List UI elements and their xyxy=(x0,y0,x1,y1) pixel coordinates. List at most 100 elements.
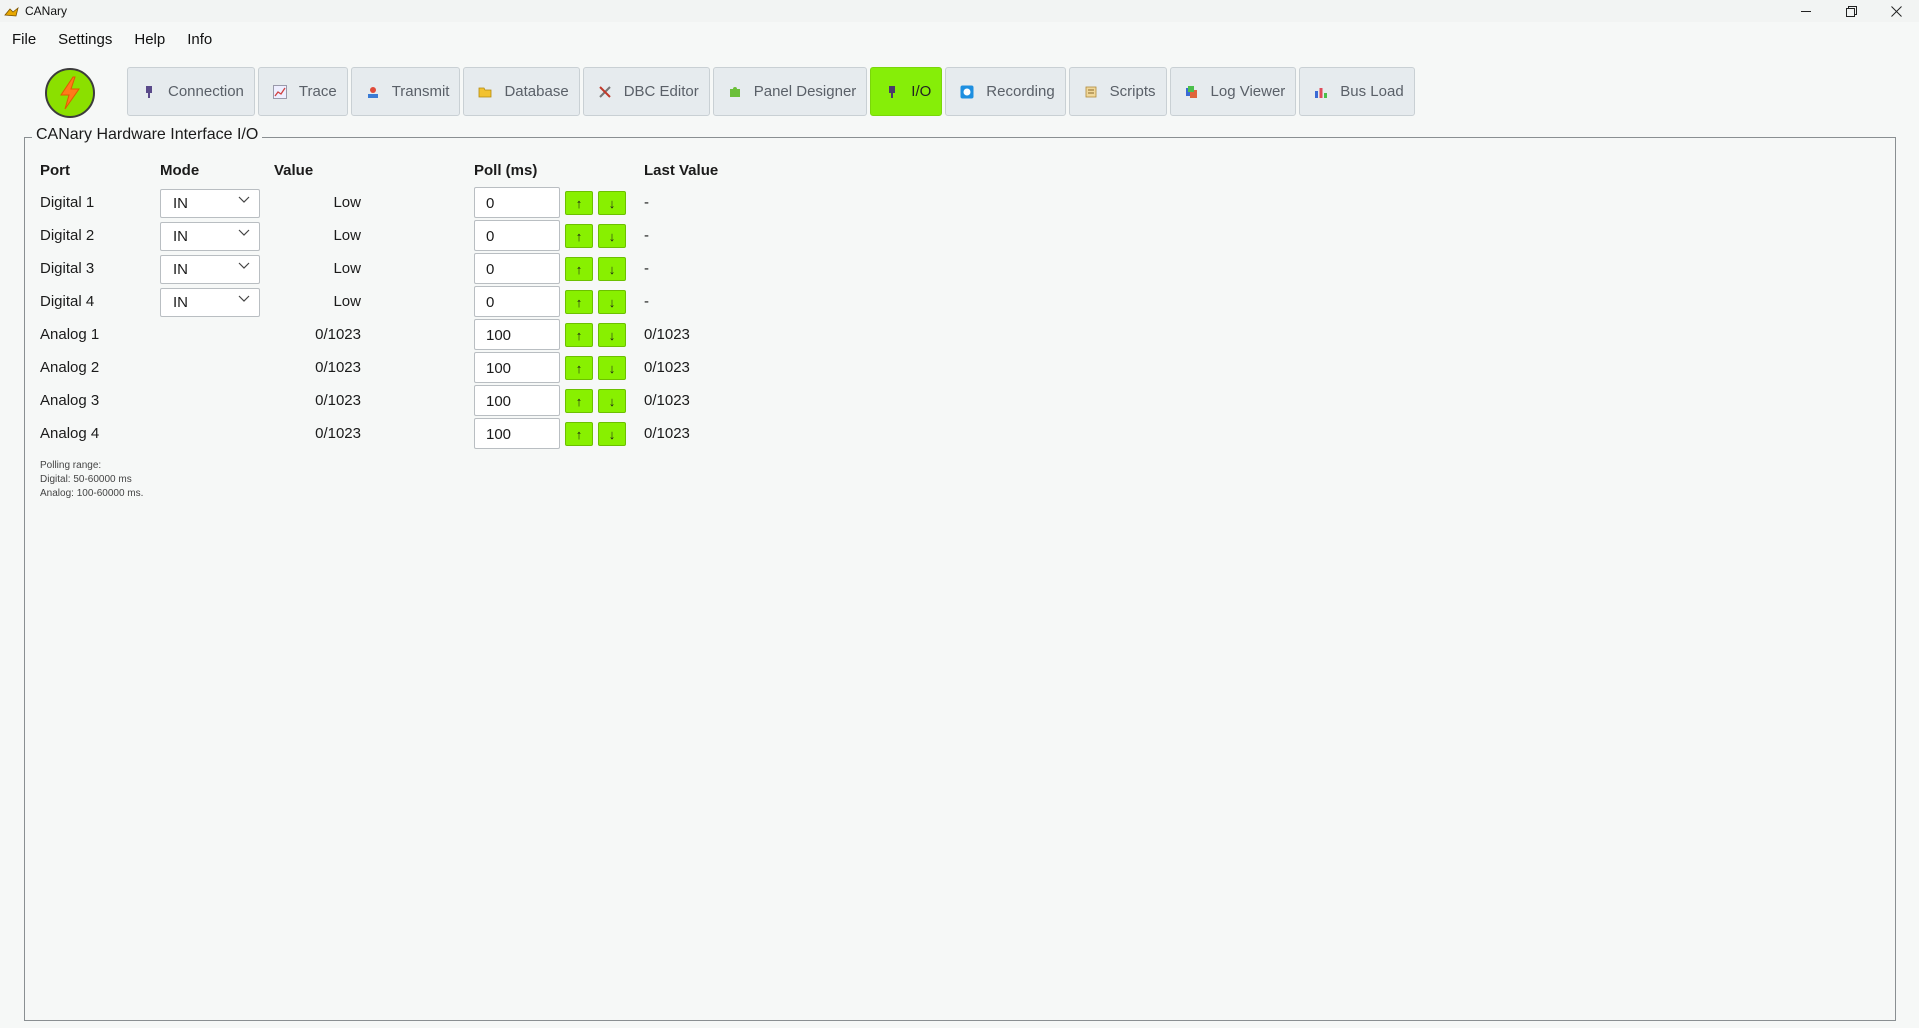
last-value: - xyxy=(644,260,649,277)
scroll-icon xyxy=(1084,85,1098,99)
chart-icon xyxy=(272,84,287,99)
tab-dbc-editor[interactable]: DBC Editor xyxy=(582,67,710,116)
io-row: Analog 1 0/1023 100 ↑ ↓ 0/1023 xyxy=(0,319,800,351)
mode-value: IN xyxy=(173,294,188,311)
tab-panel-designer[interactable]: Panel Designer xyxy=(712,67,868,116)
poll-decrease-button[interactable]: ↓ xyxy=(598,257,626,281)
tab-recording[interactable]: Recording xyxy=(945,67,1066,116)
mode-select[interactable]: IN xyxy=(160,189,260,218)
header-poll: Poll (ms) xyxy=(474,162,538,179)
tab-database[interactable]: Database xyxy=(463,67,580,116)
last-value: 0/1023 xyxy=(644,392,690,409)
mode-select[interactable]: IN xyxy=(160,222,260,251)
close-icon xyxy=(1891,5,1902,17)
tab-trace[interactable]: Trace xyxy=(257,67,348,116)
port-name: Analog 3 xyxy=(40,392,100,409)
poll-increase-button[interactable]: ↑ xyxy=(565,323,593,347)
tab-label: DBC Editor xyxy=(623,83,699,100)
poll-increase-button[interactable]: ↑ xyxy=(565,422,593,446)
io-row: Digital 3 IN Low 0 ↑ ↓ - xyxy=(0,253,800,285)
last-value: 0/1023 xyxy=(644,425,690,442)
tab-label: I/O xyxy=(911,83,932,100)
poll-increase-button[interactable]: ↑ xyxy=(565,257,593,281)
tab-scripts[interactable]: Scripts xyxy=(1068,67,1167,116)
last-value: - xyxy=(644,194,649,211)
poll-input[interactable]: 100 xyxy=(474,385,560,416)
polling-range-note: Polling range: Digital: 50-60000 ms Anal… xyxy=(40,459,143,501)
tab-label: Panel Designer xyxy=(753,83,857,100)
poll-decrease-button[interactable]: ↓ xyxy=(598,356,626,380)
record-icon xyxy=(960,85,974,99)
tab-io[interactable]: I/O xyxy=(870,67,943,116)
poll-decrease-button[interactable]: ↓ xyxy=(598,389,626,413)
menu-settings[interactable]: Settings xyxy=(58,27,112,52)
tab-label: Connection xyxy=(168,83,244,100)
poll-decrease-button[interactable]: ↓ xyxy=(598,191,626,215)
tab-label: Recording xyxy=(986,83,1055,100)
io-row: Digital 2 IN Low 0 ↑ ↓ - xyxy=(0,220,800,252)
minimize-button[interactable] xyxy=(1784,0,1829,22)
logs-icon xyxy=(1185,85,1199,99)
menu-info[interactable]: Info xyxy=(187,27,212,52)
poll-input[interactable]: 100 xyxy=(474,418,560,449)
poll-increase-button[interactable]: ↑ xyxy=(565,191,593,215)
mode-select[interactable]: IN xyxy=(160,255,260,284)
title-bar: CANary xyxy=(0,0,1919,22)
poll-input[interactable]: 100 xyxy=(474,352,560,383)
port-name: Digital 3 xyxy=(40,260,95,277)
canary-app-icon xyxy=(4,5,20,17)
poll-input[interactable]: 0 xyxy=(474,253,560,284)
port-name: Analog 1 xyxy=(40,326,100,343)
last-value: 0/1023 xyxy=(644,359,690,376)
canary-logo xyxy=(45,68,95,118)
io-row: Analog 4 0/1023 100 ↑ ↓ 0/1023 xyxy=(0,418,800,450)
poll-increase-button[interactable]: ↑ xyxy=(565,224,593,248)
poll-increase-button[interactable]: ↑ xyxy=(565,356,593,380)
port-value: Low xyxy=(333,260,361,277)
group-title: CANary Hardware Interface I/O xyxy=(32,126,263,144)
poll-input[interactable]: 0 xyxy=(474,286,560,317)
tools-icon xyxy=(598,85,612,99)
tab-label: Transmit xyxy=(391,83,450,100)
port-value: Low xyxy=(333,293,361,310)
tab-label: Log Viewer xyxy=(1210,83,1286,100)
menu-help[interactable]: Help xyxy=(134,27,165,52)
port-value: 0/1023 xyxy=(315,359,361,376)
last-value: 0/1023 xyxy=(644,326,690,343)
poll-decrease-button[interactable]: ↓ xyxy=(598,290,626,314)
chevron-down-icon xyxy=(237,193,251,207)
window-title: CANary xyxy=(25,4,68,18)
transmit-icon xyxy=(366,85,380,99)
menu-bar: File Settings Help Info xyxy=(0,22,1919,56)
close-button[interactable] xyxy=(1874,0,1919,22)
tab-transmit[interactable]: Transmit xyxy=(350,67,461,116)
poll-input[interactable]: 0 xyxy=(474,187,560,218)
mode-value: IN xyxy=(173,228,188,245)
minimize-icon xyxy=(1801,10,1811,12)
menu-file[interactable]: File xyxy=(12,27,36,52)
bar-chart-icon xyxy=(1314,85,1328,99)
port-name: Digital 1 xyxy=(40,194,95,211)
poll-decrease-button[interactable]: ↓ xyxy=(598,422,626,446)
poll-increase-button[interactable]: ↑ xyxy=(565,389,593,413)
poll-input[interactable]: 100 xyxy=(474,319,560,350)
header-value: Value xyxy=(274,162,314,179)
port-name: Digital 4 xyxy=(40,293,95,310)
tab-label: Bus Load xyxy=(1340,83,1404,100)
poll-decrease-button[interactable]: ↓ xyxy=(598,323,626,347)
note-line: Analog: 100-60000 ms. xyxy=(40,488,144,499)
tab-connection[interactable]: Connection xyxy=(127,67,255,116)
main-tabs: Connection Trace Transmit Database DBC E… xyxy=(127,67,1418,116)
tab-log-viewer[interactable]: Log Viewer xyxy=(1169,67,1297,116)
maximize-button[interactable] xyxy=(1829,0,1874,22)
io-row: Digital 4 IN Low 0 ↑ ↓ - xyxy=(0,286,800,318)
poll-input[interactable]: 0 xyxy=(474,220,560,251)
puzzle-icon xyxy=(728,85,742,99)
tab-bus-load[interactable]: Bus Load xyxy=(1299,67,1415,116)
poll-decrease-button[interactable]: ↓ xyxy=(598,224,626,248)
io-row: Analog 3 0/1023 100 ↑ ↓ 0/1023 xyxy=(0,385,800,417)
header-mode: Mode xyxy=(160,162,200,179)
tab-label: Trace xyxy=(298,83,337,100)
poll-increase-button[interactable]: ↑ xyxy=(565,290,593,314)
mode-select[interactable]: IN xyxy=(160,288,260,317)
